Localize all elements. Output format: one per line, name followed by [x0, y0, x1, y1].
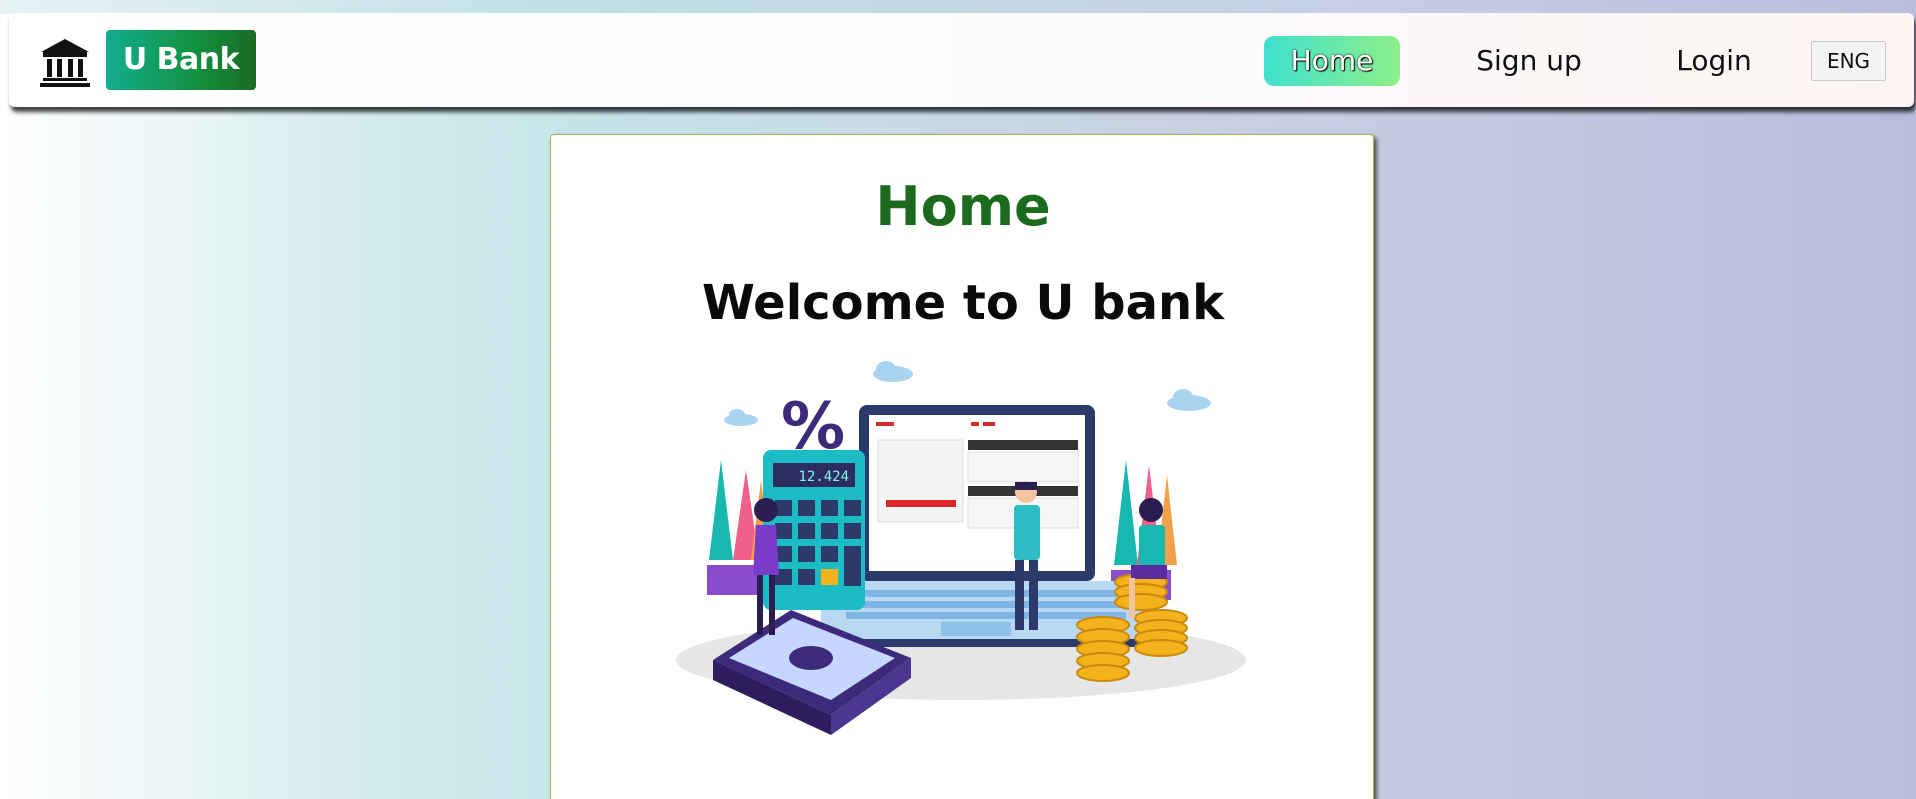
nav-sign-up[interactable]: Sign up — [1459, 36, 1599, 86]
nav-login[interactable]: Login — [1649, 36, 1779, 86]
home-card: Home Welcome to U bank % 12.424 — [550, 134, 1374, 799]
banking-illustration: % 12.424 — [676, 361, 1246, 735]
page-title: Home — [875, 175, 1051, 238]
top-strip — [0, 0, 1916, 14]
nav-home[interactable]: Home — [1264, 36, 1400, 86]
welcome-heading: Welcome to U bank — [701, 275, 1225, 331]
bank-icon — [40, 39, 90, 87]
navbar: U Bank Home Sign up Login ENG — [9, 13, 1914, 107]
brand-logo[interactable]: U Bank — [106, 30, 256, 90]
language-button[interactable]: ENG — [1811, 41, 1886, 81]
calculator-display: 12.424 — [798, 469, 849, 485]
